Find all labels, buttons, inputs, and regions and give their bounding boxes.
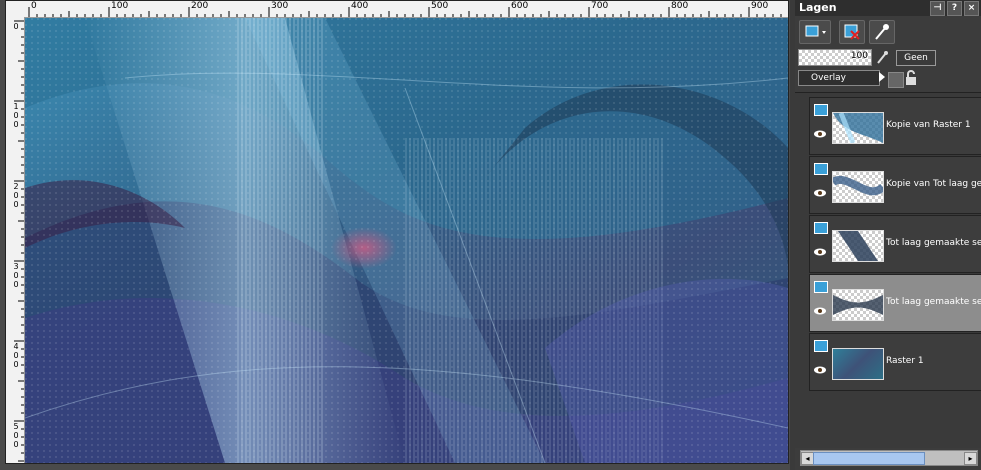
raster-layer-icon [814, 281, 828, 293]
layer-name: Kopie van Tot laag gemaakte selectie [886, 179, 981, 189]
raster-layer-icon [814, 222, 828, 234]
layer-thumbnail [832, 289, 884, 321]
ruler-label: 500 [431, 1, 449, 11]
layer-row-selectie-1[interactable]: Tot laag gemaakte selectie [809, 215, 981, 273]
layer-thumbnail [832, 112, 884, 144]
ruler-label: 700 [591, 1, 609, 11]
scroll-thumb[interactable] [813, 452, 925, 465]
ruler-ticks-left [14, 20, 24, 462]
layer-thumbnail [832, 348, 884, 380]
close-icon[interactable]: × [964, 1, 979, 16]
raster-layer-icon [814, 163, 828, 175]
layer-row-selectie-2[interactable]: Tot laag gemaakte selectie [809, 274, 981, 332]
ruler-label: 800 [671, 1, 689, 11]
opacity-slider[interactable]: 100 [798, 49, 872, 66]
eye-icon[interactable] [813, 189, 827, 197]
ruler-label: 200 [191, 1, 209, 11]
eye-icon[interactable] [813, 307, 827, 315]
eye-icon[interactable] [813, 248, 827, 256]
ruler-label: 600 [511, 1, 529, 11]
layer-group-icon[interactable] [888, 72, 904, 88]
opacity-row: 100 Geen [798, 49, 978, 69]
brush-icon[interactable] [874, 49, 892, 67]
layer-name: Tot laag gemaakte selectie [886, 297, 981, 307]
abstract-artwork [24, 18, 788, 463]
layer-name: Tot laag gemaakte selectie [886, 238, 981, 248]
raster-layer-icon [814, 340, 828, 352]
layer-row-raster-1[interactable]: Raster 1 [809, 333, 981, 391]
scroll-right-icon[interactable]: ▸ [964, 452, 977, 465]
layers-panel: Lagen ⊣ ? × 100 Geen Overlay Kopie van R… [795, 0, 981, 470]
ruler-label: 300 [271, 1, 289, 11]
layer-properties-button[interactable] [869, 20, 895, 44]
ruler-label: 100 [111, 1, 129, 11]
wand-icon [875, 24, 889, 40]
layers-horizontal-scrollbar[interactable]: ◂ ▸ [800, 450, 978, 466]
vertical-ruler: 0100200300400500 [6, 17, 25, 463]
ruler-label: 900 [751, 1, 769, 11]
layers-toolbar [795, 18, 981, 46]
ruler-label: 400 [351, 1, 369, 11]
panel-header: Lagen ⊣ ? × [795, 0, 981, 16]
eye-icon[interactable] [813, 366, 827, 374]
raster-layer-icon [814, 104, 828, 116]
layer-name: Kopie van Raster 1 [886, 120, 971, 130]
ruler-corner [6, 1, 25, 18]
new-layer-button[interactable] [799, 20, 831, 44]
delete-layer-button[interactable] [839, 20, 865, 44]
canvas-frame: 0 100 200 300 400 500 600 700 800 900 01002003004… [5, 0, 789, 464]
layer-row-kopie-selectie[interactable]: Kopie van Tot laag gemaakte selectie [809, 156, 981, 214]
eye-icon[interactable] [813, 130, 827, 138]
layer-name: Raster 1 [886, 356, 924, 366]
new-layer-icon [805, 25, 826, 37]
horizontal-ruler: 0 100 200 300 400 500 600 700 800 900 [24, 1, 788, 18]
panel-title: Lagen [799, 1, 837, 14]
image-workspace: 0 100 200 300 400 500 600 700 800 900 01002003004… [0, 0, 790, 470]
delete-layer-icon [844, 24, 860, 40]
blend-mode-select[interactable]: Overlay [798, 70, 880, 86]
layer-list: Kopie van Raster 1 Kopie van Tot laag ge… [795, 92, 981, 448]
blend-row: Overlay [798, 70, 978, 88]
layer-thumbnail [832, 230, 884, 262]
opacity-value: 100 [850, 51, 868, 61]
image-canvas[interactable] [24, 18, 788, 463]
ruler-label: 0 [31, 1, 37, 11]
mask-select[interactable]: Geen [896, 50, 936, 66]
pin-icon[interactable]: ⊣ [930, 1, 945, 16]
lock-icon[interactable] [903, 70, 919, 86]
blend-arrow-icon[interactable] [879, 72, 885, 82]
layer-row-kopie-raster[interactable]: Kopie van Raster 1 [809, 97, 981, 155]
layer-thumbnail [830, 171, 886, 203]
help-icon[interactable]: ? [947, 1, 962, 16]
